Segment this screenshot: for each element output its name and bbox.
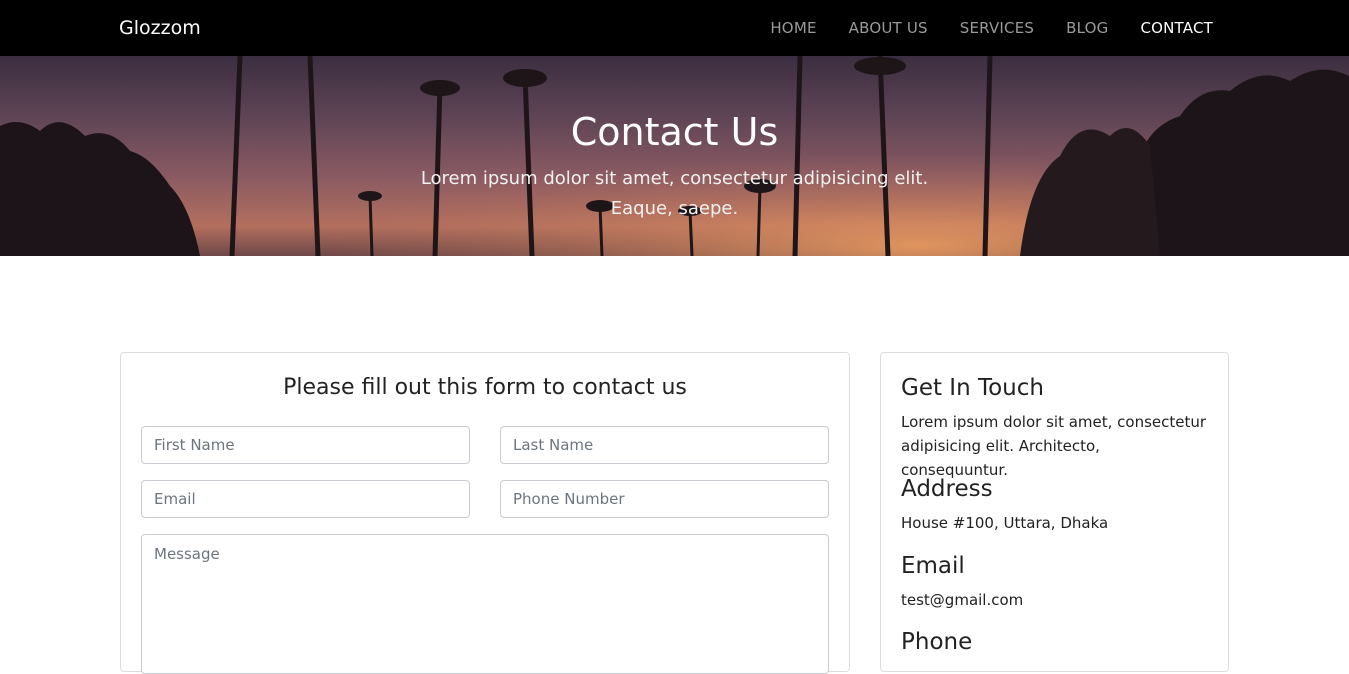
first-name-input[interactable] [141, 426, 470, 464]
brand-logo[interactable]: Glozzom [119, 17, 201, 39]
nav-links: HOME ABOUT US SERVICES BLOG CONTACT [770, 19, 1213, 37]
nav-home[interactable]: HOME [770, 19, 816, 37]
navbar: Glozzom HOME ABOUT US SERVICES BLOG CONT… [0, 0, 1349, 56]
hero-background-image [0, 56, 1349, 256]
last-name-input[interactable] [500, 426, 829, 464]
form-title: Please fill out this form to contact us [283, 375, 687, 400]
phone-number-input[interactable] [500, 480, 829, 518]
get-in-touch-heading: Get In Touch [901, 375, 1044, 401]
email-text: test@gmail.com [901, 591, 1024, 609]
phone-heading: Phone [901, 629, 973, 655]
nav-contact[interactable]: CONTACT [1140, 19, 1213, 37]
contact-form-card: Please fill out this form to contact us [120, 352, 850, 674]
nav-blog[interactable]: BLOG [1066, 19, 1108, 37]
hero-subtitle: Lorem ipsum dolor sit amet, consectetur … [420, 168, 929, 219]
address-heading: Address [901, 476, 993, 502]
nav-services[interactable]: SERVICES [960, 19, 1034, 37]
nav-about-us[interactable]: ABOUT US [849, 19, 928, 37]
address-text: House #100, Uttara, Dhaka [901, 514, 1109, 532]
hero-banner: Contact Us Lorem ipsum dolor sit amet, c… [0, 56, 1349, 256]
get-in-touch-text: Lorem ipsum dolor sit amet, consectetur … [901, 413, 1207, 479]
email-input[interactable] [141, 480, 470, 518]
message-textarea[interactable] [141, 534, 829, 674]
hero-title: Contact Us [570, 110, 779, 154]
email-heading: Email [901, 553, 965, 579]
contact-info-card: Get In Touch Lorem ipsum dolor sit amet,… [880, 352, 1229, 672]
